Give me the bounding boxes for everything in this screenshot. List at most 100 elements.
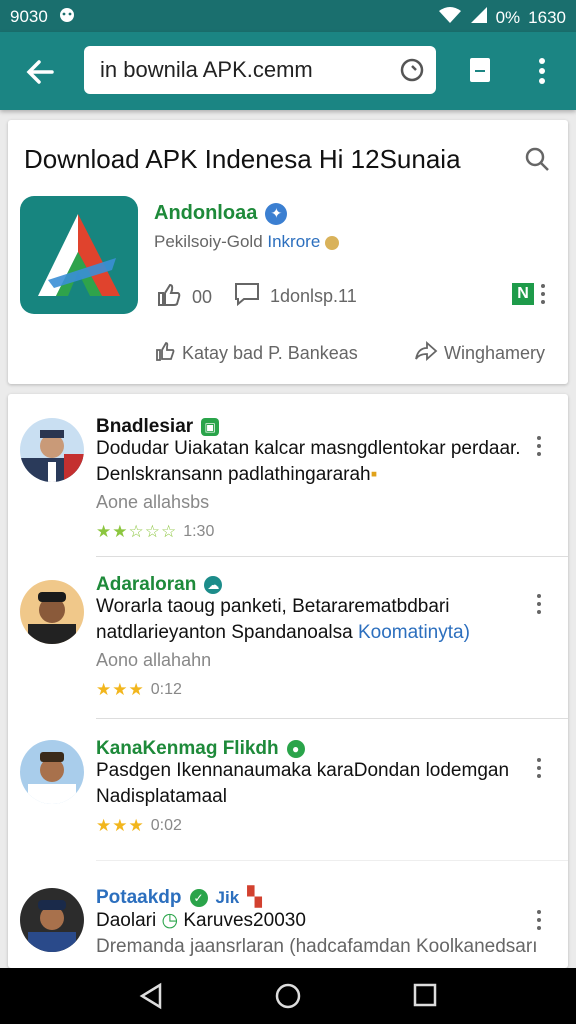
cloud-icon: ☁ xyxy=(204,576,223,594)
system-nav-bar xyxy=(0,968,576,1024)
thumbs-up-icon xyxy=(156,282,182,313)
share-action[interactable]: Katay bad P. Bankeas xyxy=(154,340,358,367)
nav-recents-icon[interactable] xyxy=(412,982,438,1013)
like-button[interactable]: 00 xyxy=(156,282,212,313)
review-line-1: Pasdgen Ikennanaumaka karaDondan lodemga… xyxy=(96,760,510,781)
reviewer-name[interactable]: Potaakdp ✓ Jik ▚ xyxy=(96,886,262,909)
review-meta: Aono allahahn xyxy=(96,650,212,670)
check-badge-icon: ✓ xyxy=(189,888,208,907)
review-line-1-b: Karuves20030 xyxy=(183,910,306,931)
reviewer-tag: Jik xyxy=(215,887,240,907)
clock: 1630 xyxy=(528,7,566,27)
divider xyxy=(96,556,568,557)
nav-home-icon[interactable] xyxy=(274,982,302,1015)
notification-icon xyxy=(58,6,76,27)
back-arrow-icon[interactable] xyxy=(22,54,58,90)
coin-icon xyxy=(325,235,340,250)
review-line-2: Dremanda jaansrlaran (hadcafamdan Koolka… xyxy=(96,936,538,957)
reviewer-name[interactable]: Bnadlesiar ▣ xyxy=(96,416,220,438)
status-bar: 9030 0% 1630 xyxy=(0,0,576,32)
review-meta: Aone allahsbs xyxy=(96,492,210,512)
reviewer-name-text: Adaraloran xyxy=(96,574,197,595)
review-item: Potaakdp ✓ Jik ▚ Daolari ◷ Karuves20030 … xyxy=(8,880,568,968)
verified-badge-icon: ✦ xyxy=(265,202,288,225)
game-icon: ▣ xyxy=(201,418,220,436)
publisher: Pekilsoiy-Gold Inkrore xyxy=(154,232,340,252)
star-rating-icon: ★★☆☆☆ xyxy=(96,522,178,541)
review-line-1: Daolari ◷ Karuves20030 xyxy=(96,908,537,934)
reload-icon[interactable] xyxy=(398,56,426,84)
review-line-2: Denlskransann padlathingararah▪ xyxy=(96,462,521,488)
reviewer-name-text: KanaKenmag Flikdh xyxy=(96,738,279,759)
signal-icon xyxy=(470,6,488,29)
app-logo[interactable] xyxy=(20,196,138,314)
page-title: Download APK Indenesa Hi 12Sunaia xyxy=(24,144,461,174)
review-item: Adaraloran ☁ Worarla taoug panketi, Beta… xyxy=(8,558,568,719)
review-text: Worarla taoug panketi, Betararematbdbari… xyxy=(96,594,470,646)
review-time: 0:02 xyxy=(150,817,182,834)
share-hand-icon xyxy=(154,340,176,367)
divider xyxy=(96,718,568,719)
publisher-prefix: Pekilsoiy-Gold xyxy=(154,232,268,251)
forward-arrow-icon xyxy=(414,340,438,367)
avatar[interactable] xyxy=(20,888,84,952)
divider xyxy=(96,860,568,861)
review-text: Daolari ◷ Karuves20030 Dremanda jaansrla… xyxy=(96,908,537,960)
review-menu-icon[interactable] xyxy=(536,594,542,618)
reviewer-name[interactable]: KanaKenmag Flikdh ● xyxy=(96,738,305,760)
review-line-2: Nadisplatamaal xyxy=(96,786,227,807)
review-rating: ★★☆☆☆ 1:30 xyxy=(96,522,214,542)
app-card: Download APK Indenesa Hi 12Sunaia Andonl… xyxy=(8,120,568,384)
reviews-card: Bnadlesiar ▣ Dodudar Uiakatan kalcar mas… xyxy=(8,394,568,968)
chat-icon: ● xyxy=(286,740,305,758)
avatar[interactable] xyxy=(20,580,84,644)
battery-text: 0% xyxy=(495,7,521,27)
review-link[interactable]: Koomatinyta) xyxy=(358,622,470,643)
clock-icon: ◷ xyxy=(161,910,179,931)
review-line-1: Worarla taoug panketi, Betararematbdbari xyxy=(96,596,450,617)
review-item: KanaKenmag Flikdh ● Pasdgen Ikennanaumak… xyxy=(8,720,568,880)
review-line-1-text: Daolari xyxy=(96,910,157,931)
reviewer-name[interactable]: Adaraloran ☁ xyxy=(96,574,223,596)
review-menu-icon[interactable] xyxy=(536,758,542,782)
reviewer-name-text: Bnadlesiar xyxy=(96,416,194,437)
review-line-2-text: natdlarieyanton Spandanoalsa xyxy=(96,622,358,643)
overflow-menu-icon[interactable] xyxy=(538,58,546,89)
app-name-text: Andonloaa xyxy=(154,202,258,224)
review-rating: ★★★ 0:02 xyxy=(96,816,182,836)
url-text: in bownila APK.cemm xyxy=(100,57,313,82)
avatar[interactable] xyxy=(20,740,84,804)
forward-action[interactable]: Winghamery xyxy=(414,340,545,367)
review-text: Dodudar Uiakatan kalcar masngdlentokar p… xyxy=(96,436,521,488)
search-icon[interactable] xyxy=(524,146,550,177)
nav-back-icon[interactable] xyxy=(138,982,164,1015)
comment-icon xyxy=(234,282,260,311)
comment-count: 1donlsp.11 xyxy=(270,286,357,306)
action-right-label: Winghamery xyxy=(444,343,546,363)
review-line-2-text: Denlskransann padlathingararah xyxy=(96,464,371,485)
review-item: Bnadlesiar ▣ Dodudar Uiakatan kalcar mas… xyxy=(8,394,568,557)
review-time: 0:12 xyxy=(150,681,182,698)
review-menu-icon[interactable] xyxy=(536,910,542,934)
reviewer-name-text: Potaakdp xyxy=(96,886,182,908)
review-time: 1:30 xyxy=(183,523,215,540)
comments-button[interactable]: 1donlsp.11 xyxy=(234,282,357,311)
review-line-2: natdlarieyanton Spandanoalsa Koomatinyta… xyxy=(96,620,470,646)
status-left-text: 9030 xyxy=(10,6,48,26)
url-bar[interactable]: in bownila APK.cemm xyxy=(84,46,436,94)
wifi-icon xyxy=(438,6,462,29)
action-left-label: Katay bad P. Bankeas xyxy=(182,343,358,363)
review-line-1: Dodudar Uiakatan kalcar masngdlentokar p… xyxy=(96,438,521,459)
avatar[interactable] xyxy=(20,418,84,482)
app-name: Andonloaa ✦ xyxy=(154,202,288,225)
star-rating-icon: ★★★ xyxy=(96,816,145,835)
star-rating-icon: ★★★ xyxy=(96,680,145,699)
browser-toolbar: in bownila APK.cemm xyxy=(0,32,576,110)
tabs-icon[interactable] xyxy=(468,56,492,89)
publisher-link[interactable]: Inkrore xyxy=(267,232,320,251)
review-menu-icon[interactable] xyxy=(536,436,542,460)
review-rating: ★★★ 0:12 xyxy=(96,680,182,700)
like-count: 00 xyxy=(192,287,213,307)
emoji-icon: ▪ xyxy=(370,464,378,485)
card-menu-icon[interactable] xyxy=(540,284,546,308)
